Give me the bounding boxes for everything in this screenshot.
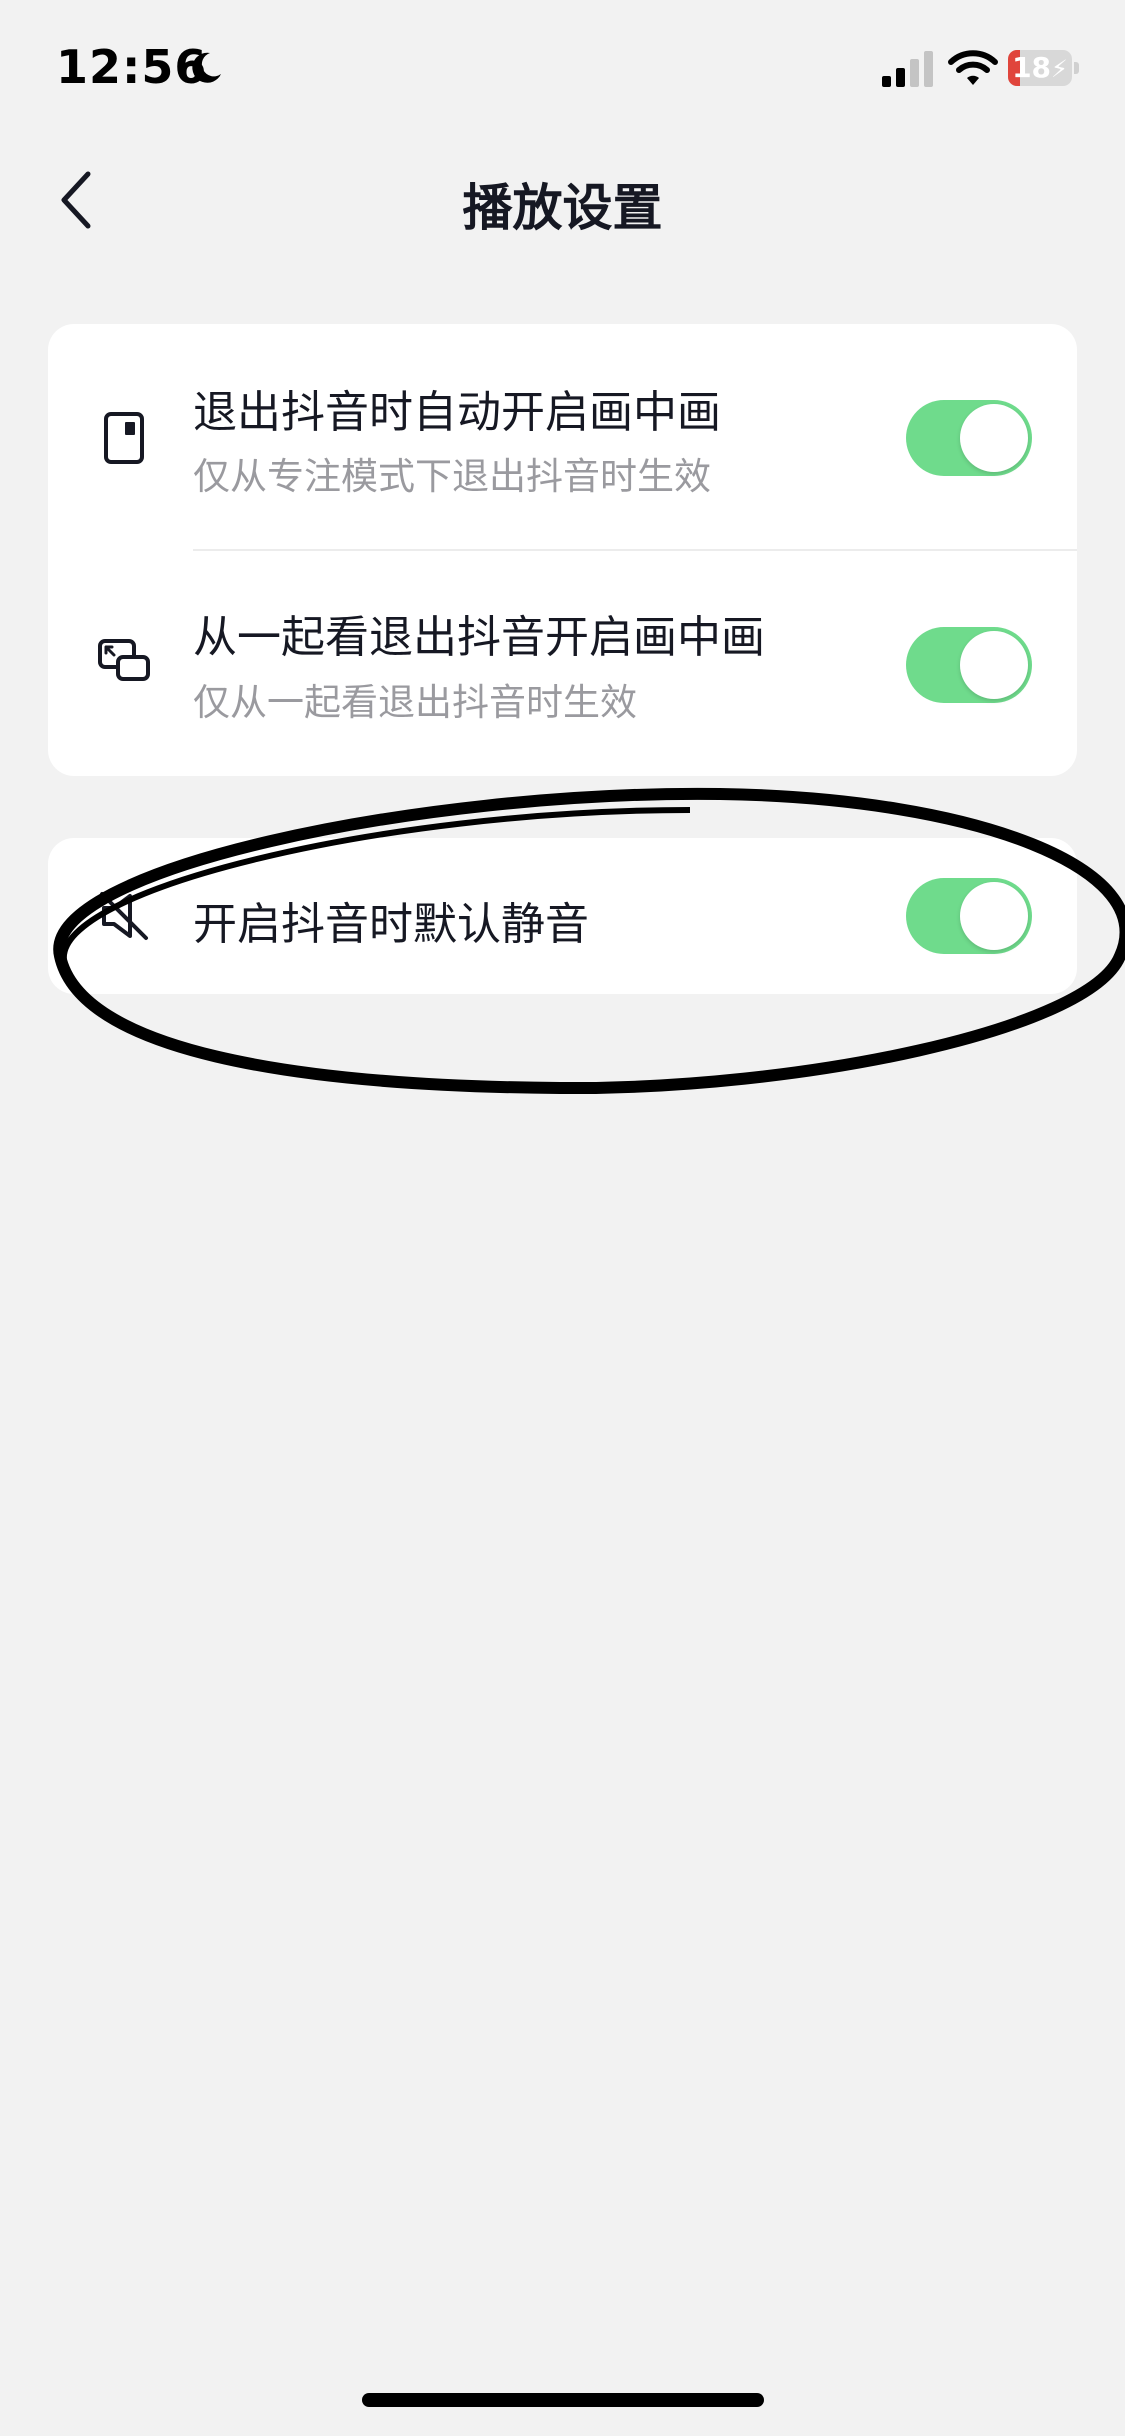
nav-bar: 播放设置	[0, 140, 1125, 260]
signal-icon	[882, 51, 933, 87]
page-title: 播放设置	[462, 179, 663, 237]
watch-together-pip-toggle[interactable]	[906, 627, 1032, 703]
setting-row-default-mute: 开启抖音时默认静音	[48, 838, 1077, 994]
auto-pip-toggle[interactable]	[906, 400, 1032, 476]
battery-level-text: 18	[1012, 51, 1052, 84]
watch-together-pip-icon	[98, 639, 150, 681]
pip-settings-card: 退出抖音时自动开启画中画 仅从专注模式下退出抖音时生效 从一起看退出抖音开启画中…	[48, 324, 1077, 776]
moon-icon	[192, 52, 221, 83]
battery-cap	[1074, 62, 1079, 74]
bolt-icon: ⚡	[1051, 55, 1068, 83]
setting-subtitle: 仅从一起看退出抖音时生效	[193, 681, 637, 724]
battery-charging-icon: 18⚡	[1008, 50, 1079, 88]
default-mute-toggle[interactable]	[906, 878, 1032, 954]
toggle-knob	[960, 631, 1028, 699]
toggle-knob	[960, 882, 1028, 950]
wifi-icon	[948, 50, 998, 85]
home-indicator[interactable]	[362, 2393, 764, 2407]
setting-row-watch-together-pip: 从一起看退出抖音开启画中画 仅从一起看退出抖音时生效	[48, 551, 1077, 776]
status-bar: 12:56 18⚡	[0, 0, 1125, 140]
setting-title: 开启抖音时默认静音	[193, 899, 589, 950]
battery-body: 18⚡	[1008, 50, 1072, 86]
phone-pip-icon	[104, 412, 144, 464]
setting-subtitle: 仅从专注模式下退出抖音时生效	[193, 455, 711, 498]
setting-title: 退出抖音时自动开启画中画	[193, 387, 721, 438]
toggle-knob	[960, 404, 1028, 472]
status-time: 12:56	[56, 40, 208, 94]
battery-level: 18⚡	[1008, 50, 1072, 86]
setting-title: 从一起看退出抖音开启画中画	[193, 612, 765, 663]
mute-settings-card: 开启抖音时默认静音	[48, 838, 1077, 994]
speaker-muted-icon	[100, 892, 148, 940]
setting-row-auto-pip: 退出抖音时自动开启画中画 仅从专注模式下退出抖音时生效	[48, 324, 1077, 549]
